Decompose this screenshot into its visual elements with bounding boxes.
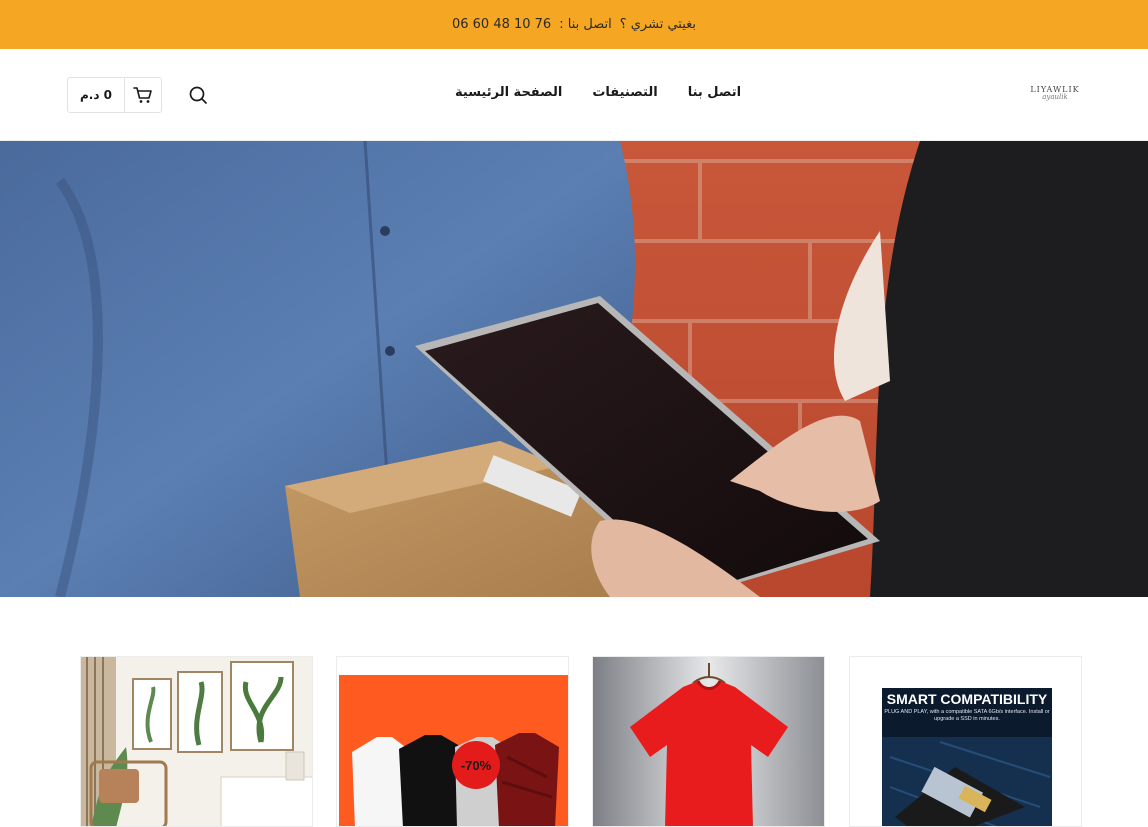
search-icon[interactable] [187, 84, 209, 106]
site-header: 0 د.م الصفحة الرئيسية التصنيفات اتصل بنا… [0, 49, 1148, 141]
ssd-promo-subtitle: PLUG AND PLAY, with a compatible SATA 6G… [884, 709, 1050, 722]
announcement-contact-label: اتصل بنا : [559, 17, 612, 32]
nav-home[interactable]: الصفحة الرئيسية [455, 85, 562, 100]
nav-contact[interactable]: اتصل بنا [688, 85, 741, 100]
category-card-tshirts[interactable] [592, 656, 825, 827]
sale-badge: -70% [452, 741, 500, 789]
site-logo[interactable]: LIYAWLIK ayaulik [1030, 85, 1080, 109]
hero-image [0, 141, 1148, 597]
category-grid: -70% SMART COMPATIBILITY PLUG AND PLAY, … [80, 656, 1083, 827]
home-decor-image [81, 657, 312, 826]
thermal-shirts-image [337, 657, 568, 826]
nav-categories[interactable]: التصنيفات [592, 85, 657, 100]
category-card-electronics[interactable]: SMART COMPATIBILITY PLUG AND PLAY, with … [849, 656, 1082, 827]
main-nav: الصفحة الرئيسية التصنيفات اتصل بنا [455, 85, 741, 100]
red-tshirt-image [593, 657, 824, 826]
cart-button[interactable]: 0 د.م [67, 77, 162, 113]
ssd-drive-image [850, 657, 1081, 826]
announcement-phone[interactable]: 06 60 48 10 76 [452, 17, 551, 32]
announcement-bar: بغيتي تشري ؟ اتصل بنا : 06 60 48 10 76 [0, 0, 1148, 49]
cart-total[interactable]: 0 د.م [68, 78, 125, 112]
category-card-clothing-sale[interactable]: -70% [336, 656, 569, 827]
category-card-home[interactable] [80, 656, 313, 827]
ssd-promo-title: SMART COMPATIBILITY [886, 691, 1048, 707]
logo-script: ayaulik [1042, 93, 1068, 101]
hero-banner [0, 141, 1148, 597]
cart-icon[interactable] [125, 78, 161, 112]
announcement-question: بغيتي تشري ؟ [619, 17, 697, 32]
